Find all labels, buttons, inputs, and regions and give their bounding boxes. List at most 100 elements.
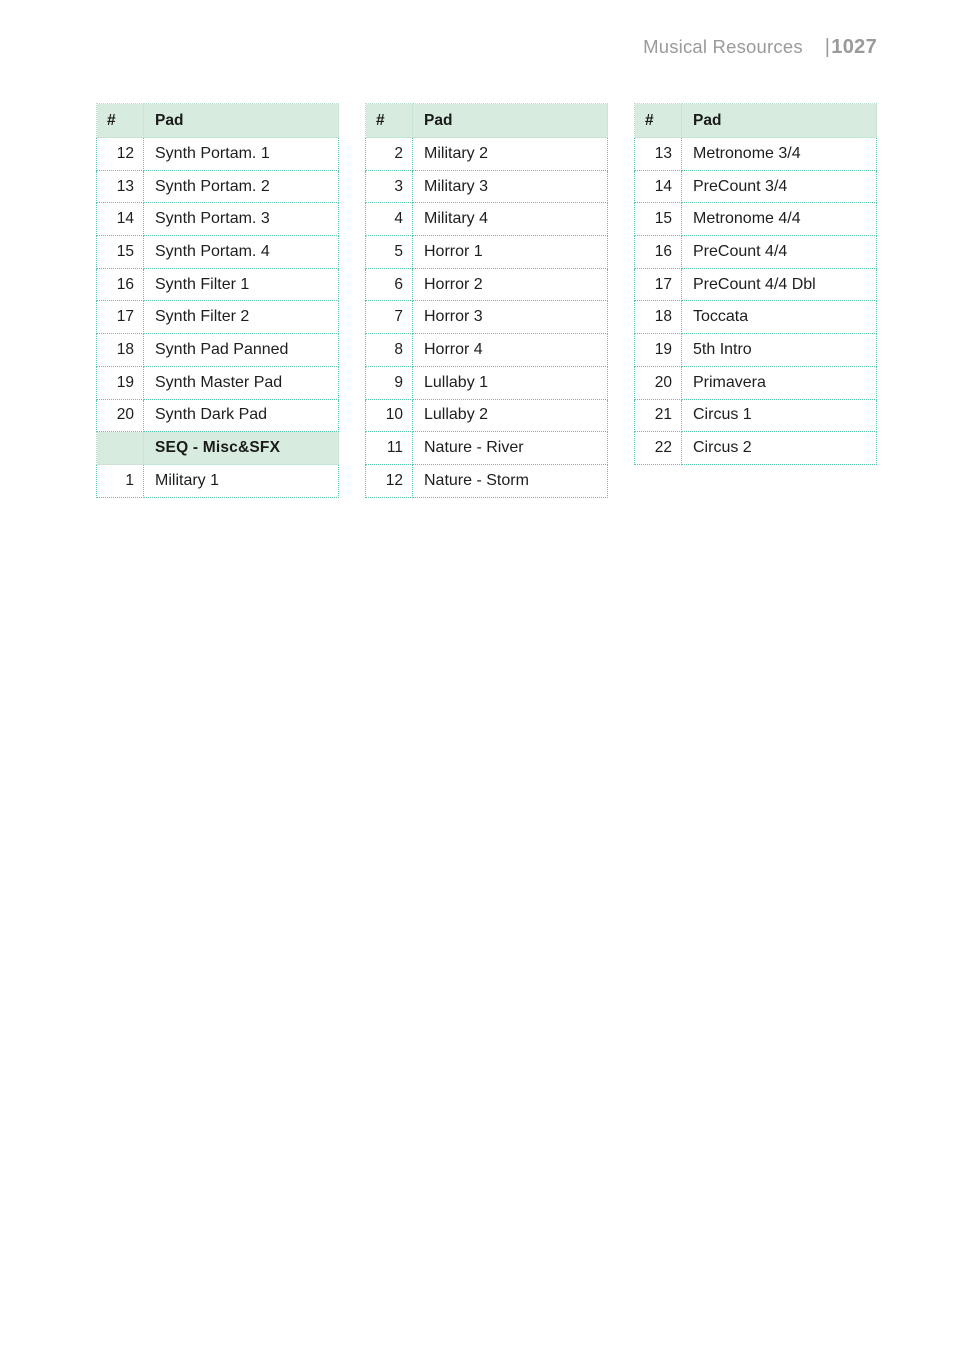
table-row: 17 PreCount 4/4 Dbl bbox=[634, 267, 877, 302]
pad-number-cell: 18 bbox=[634, 300, 682, 335]
table-row: 9 Lullaby 1 bbox=[365, 365, 608, 400]
pad-number-cell: 13 bbox=[96, 169, 144, 204]
table-row: 6 Horror 2 bbox=[365, 267, 608, 302]
pad-name-cell: Synth Portam. 1 bbox=[143, 137, 339, 171]
table-row: 15 Metronome 4/4 bbox=[634, 202, 877, 237]
table-row: 12 Synth Portam. 1 bbox=[96, 137, 339, 171]
pad-name-cell: Lullaby 1 bbox=[412, 365, 608, 400]
column-header-pad: Pad bbox=[143, 103, 339, 138]
pad-number-cell: 19 bbox=[96, 365, 144, 400]
table-row: 22 Circus 2 bbox=[634, 431, 877, 465]
pad-name-cell: Synth Filter 1 bbox=[143, 267, 339, 302]
pad-number-cell: 22 bbox=[634, 431, 682, 465]
pad-number-cell: 5 bbox=[365, 235, 413, 269]
pad-number-cell: 17 bbox=[634, 267, 682, 302]
pad-name-cell: Synth Filter 2 bbox=[143, 300, 339, 335]
pad-name-cell: Synth Dark Pad bbox=[143, 398, 339, 433]
pad-name-cell: Military 3 bbox=[412, 169, 608, 204]
table-row: 4 Military 4 bbox=[365, 202, 608, 237]
table-row: 18 Synth Pad Panned bbox=[96, 333, 339, 367]
table-row: 7 Horror 3 bbox=[365, 300, 608, 335]
table-row: 15 Synth Portam. 4 bbox=[96, 235, 339, 269]
table-header-row: # Pad bbox=[96, 103, 339, 138]
page-number-value: 1027 bbox=[831, 35, 877, 58]
pad-name-cell: Toccata bbox=[681, 300, 877, 335]
pad-name-cell: Circus 1 bbox=[681, 398, 877, 433]
table-row: 16 PreCount 4/4 bbox=[634, 235, 877, 269]
table-row: 1 Military 1 bbox=[96, 464, 339, 498]
pad-name-cell: Horror 3 bbox=[412, 300, 608, 335]
pad-name-cell: Primavera bbox=[681, 365, 877, 400]
table-row: 14 PreCount 3/4 bbox=[634, 169, 877, 204]
pad-number-cell: 6 bbox=[365, 267, 413, 302]
pad-number-cell: 15 bbox=[96, 235, 144, 269]
pad-number-cell: 3 bbox=[365, 169, 413, 204]
table-row: 20 Synth Dark Pad bbox=[96, 398, 339, 433]
table-row: 14 Synth Portam. 3 bbox=[96, 202, 339, 237]
pad-name-cell: Synth Master Pad bbox=[143, 365, 339, 400]
pad-name-cell: Military 2 bbox=[412, 137, 608, 171]
pad-number-cell: 16 bbox=[96, 267, 144, 302]
page-header-title: Musical Resources bbox=[643, 36, 803, 57]
table-row: 5 Horror 1 bbox=[365, 235, 608, 269]
pad-name-cell: Synth Portam. 4 bbox=[143, 235, 339, 269]
table-row: 2 Military 2 bbox=[365, 137, 608, 171]
pad-name-cell: Metronome 4/4 bbox=[681, 202, 877, 237]
page-running-header: Musical Resources |1027 bbox=[0, 30, 954, 64]
pad-number-cell: 11 bbox=[365, 431, 413, 465]
pad-name-cell: Synth Pad Panned bbox=[143, 333, 339, 367]
section-header-row: SEQ - Misc&SFX bbox=[96, 431, 339, 466]
column-header-pad: Pad bbox=[412, 103, 608, 138]
pad-number-cell: 7 bbox=[365, 300, 413, 335]
pad-name-cell: Nature - Storm bbox=[412, 463, 608, 498]
pad-number-cell: 12 bbox=[96, 137, 144, 171]
page-number: |1027 bbox=[825, 36, 877, 59]
pad-name-cell: Synth Portam. 3 bbox=[143, 202, 339, 237]
pad-number-cell: 10 bbox=[365, 398, 413, 433]
table-row: 20 Primavera bbox=[634, 365, 877, 400]
pad-name-cell: Horror 2 bbox=[412, 267, 608, 302]
table-row: 8 Horror 4 bbox=[365, 333, 608, 367]
pad-name-cell: PreCount 4/4 bbox=[681, 235, 877, 269]
pad-name-cell: Military 1 bbox=[143, 464, 339, 498]
table-header-row: # Pad bbox=[365, 103, 608, 138]
column-header-number: # bbox=[365, 103, 413, 138]
table-column-3: # Pad 13 Metronome 3/4 14 PreCount 3/4 15 Metro… bbox=[634, 103, 877, 465]
pad-name-cell: Nature - River bbox=[412, 431, 608, 465]
section-title-cell: SEQ - Misc&SFX bbox=[143, 431, 339, 466]
pad-number-cell: 14 bbox=[96, 202, 144, 237]
pad-number-cell: 9 bbox=[365, 365, 413, 400]
table-row: 21 Circus 1 bbox=[634, 398, 877, 433]
pad-number-cell: 17 bbox=[96, 300, 144, 335]
pad-number-cell: 8 bbox=[365, 333, 413, 367]
pad-number-cell: 20 bbox=[96, 398, 144, 433]
pad-name-cell: Synth Portam. 2 bbox=[143, 169, 339, 204]
table-row: 18 Toccata bbox=[634, 300, 877, 335]
pad-tables-container: # Pad 12 Synth Portam. 1 13 Synth Portam. 2 14… bbox=[96, 103, 896, 498]
table-row: 3 Military 3 bbox=[365, 169, 608, 204]
page-number-separator: | bbox=[824, 35, 831, 58]
column-header-pad: Pad bbox=[681, 103, 877, 138]
pad-number-cell: 13 bbox=[634, 137, 682, 171]
pad-name-cell: Horror 1 bbox=[412, 235, 608, 269]
pad-number-cell: 1 bbox=[96, 464, 144, 498]
pad-number-cell: 19 bbox=[634, 333, 682, 367]
table-row: 16 Synth Filter 1 bbox=[96, 267, 339, 302]
pad-number-cell: 12 bbox=[365, 463, 413, 498]
section-number-cell bbox=[96, 431, 144, 466]
pad-name-cell: Military 4 bbox=[412, 202, 608, 237]
pad-number-cell: 15 bbox=[634, 202, 682, 237]
table-row: 11 Nature - River bbox=[365, 431, 608, 465]
table-column-1: # Pad 12 Synth Portam. 1 13 Synth Portam. 2 14… bbox=[96, 103, 339, 498]
table-row: 17 Synth Filter 2 bbox=[96, 300, 339, 335]
column-header-number: # bbox=[634, 103, 682, 138]
table-row: 19 Synth Master Pad bbox=[96, 365, 339, 400]
pad-number-cell: 18 bbox=[96, 333, 144, 367]
pad-number-cell: 2 bbox=[365, 137, 413, 171]
pad-name-cell: Metronome 3/4 bbox=[681, 137, 877, 171]
pad-number-cell: 21 bbox=[634, 398, 682, 433]
pad-name-cell: Lullaby 2 bbox=[412, 398, 608, 433]
column-header-number: # bbox=[96, 103, 144, 138]
table-row: 13 Metronome 3/4 bbox=[634, 137, 877, 171]
pad-name-cell: PreCount 4/4 Dbl bbox=[681, 267, 877, 302]
